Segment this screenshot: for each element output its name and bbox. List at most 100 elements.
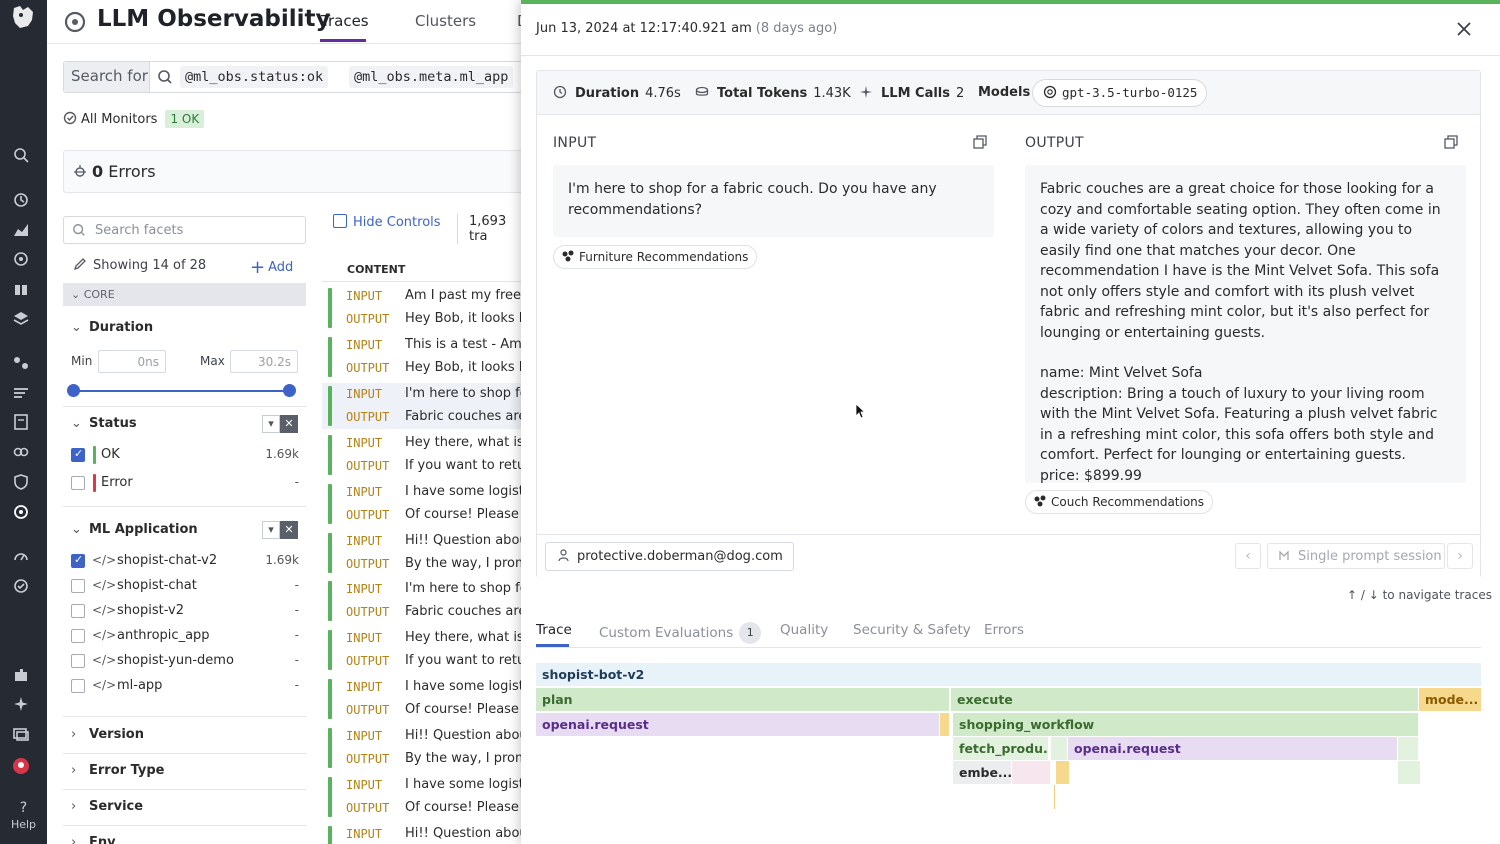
llm-observability-icon[interactable] xyxy=(12,503,30,521)
gauge-icon[interactable] xyxy=(12,547,30,565)
span-execute[interactable]: execute xyxy=(951,688,1418,711)
network-icon[interactable] xyxy=(12,354,30,372)
core-group-header[interactable]: ⌄ CORE xyxy=(63,283,306,306)
copy-icon[interactable] xyxy=(973,135,987,149)
status-option-error[interactable]: Error - xyxy=(71,474,299,494)
ci-icon[interactable] xyxy=(12,577,30,595)
trace-row[interactable]: INPUT I have some logistic OUTPUT Of course… xyxy=(322,774,527,820)
ml-app-option[interactable]: </> anthropic_app - xyxy=(71,627,299,647)
copy-icon[interactable] xyxy=(1444,135,1458,149)
chat-icon[interactable] xyxy=(12,725,30,743)
integrations-icon[interactable] xyxy=(12,666,30,684)
search-icon[interactable] xyxy=(12,146,30,164)
duration-max-input[interactable]: 30.2s xyxy=(230,350,298,373)
search-chip-ml-app[interactable]: @ml_obs.meta.ml_app xyxy=(349,66,514,88)
version-facet-header[interactable]: › Version xyxy=(71,727,144,742)
shield-icon[interactable] xyxy=(12,473,30,491)
checkbox[interactable] xyxy=(71,629,85,643)
ml-app-option[interactable]: </>shopist-chat-v2 1.69k xyxy=(71,552,299,572)
ml-app-option[interactable]: </> shopist-yun-demo - xyxy=(71,652,299,672)
checkbox[interactable] xyxy=(71,604,85,618)
clear-icon[interactable]: ✕ xyxy=(280,415,298,433)
ml-app-option[interactable]: </> shopist-chat - xyxy=(71,577,299,597)
hide-controls-button[interactable]: Hide Controls xyxy=(333,214,441,230)
trace-row[interactable]: INPUT I have some logistic OUTPUT Of course… xyxy=(322,676,527,722)
span-small[interactable] xyxy=(940,713,949,736)
search-chip-status[interactable]: @ml_obs.status:ok xyxy=(180,66,329,88)
datadog-logo-icon[interactable] xyxy=(8,2,38,32)
tab-trace[interactable]: Trace xyxy=(536,622,572,638)
checkbox[interactable] xyxy=(71,654,85,668)
tab-custom-evaluations[interactable]: Custom Evaluations 1 xyxy=(599,622,762,644)
user-avatar-icon[interactable] xyxy=(12,757,30,775)
close-icon[interactable] xyxy=(1454,19,1474,39)
ml-app-option[interactable]: </> ml-app - xyxy=(71,677,299,697)
logs-icon[interactable] xyxy=(12,384,30,402)
span-small[interactable] xyxy=(1012,761,1050,784)
input-tag-chip[interactable]: Furniture Recommendations xyxy=(553,245,758,269)
next-session-button[interactable]: › xyxy=(1447,543,1473,569)
trace-row[interactable]: INPUT This is a test - Am I OUTPUT Hey Bob,… xyxy=(322,334,527,380)
tab-quality[interactable]: Quality xyxy=(780,622,828,638)
binoculars-icon[interactable] xyxy=(12,280,30,298)
duration-facet-header[interactable]: ⌄ Duration xyxy=(71,320,153,335)
span-root[interactable]: shopist-bot-v2 xyxy=(536,663,1481,686)
trace-row[interactable]: INPUT Am I past my free r OUTPUT Hey Bob, i… xyxy=(322,285,527,331)
checkbox[interactable] xyxy=(71,476,85,490)
checkbox-checked[interactable] xyxy=(71,553,85,568)
content-column-header[interactable]: CONTENT xyxy=(322,258,527,282)
duration-min-input[interactable]: 0ns xyxy=(98,350,166,373)
status-facet-header[interactable]: ⌄ Status xyxy=(71,416,137,431)
output-tag-chip[interactable]: Couch Recommendations xyxy=(1025,490,1214,514)
span-small[interactable] xyxy=(1398,761,1420,784)
span-openai-request[interactable]: openai.request xyxy=(536,713,939,736)
trace-row[interactable]: INPUT Hi!! Question about OUTPUT By the way… xyxy=(322,725,527,771)
model-chip[interactable]: gpt-3.5-turbo-0125 xyxy=(1032,79,1208,107)
span-plan[interactable]: plan xyxy=(536,688,949,711)
trace-row[interactable]: INPUT Hey there, what is t OUTPUT If you wa… xyxy=(322,432,527,478)
tab-errors[interactable]: Errors xyxy=(984,622,1024,638)
monitors-icon[interactable] xyxy=(12,250,30,268)
checkbox[interactable] xyxy=(71,579,85,593)
service-facet-header[interactable]: › Service xyxy=(71,799,143,814)
trace-row[interactable]: INPUT Hey there, what is t OUTPUT If you wa… xyxy=(322,627,527,673)
search-bar[interactable]: Search for @ml_obs.status:ok @ml_obs.met… xyxy=(63,61,527,93)
env-facet-header[interactable]: › Env xyxy=(71,835,116,844)
ml-application-facet-header[interactable]: ⌄ ML Application xyxy=(71,522,198,537)
trace-row[interactable]: INPUT Hi!! Question about xyxy=(322,823,527,844)
ml-app-option[interactable]: </> shopist-v2 - xyxy=(71,602,299,622)
slider-min-handle[interactable] xyxy=(67,384,80,397)
trace-row[interactable]: INPUT I'm here to shop for OUTPUT Fabric co… xyxy=(322,382,527,429)
duration-range-slider[interactable] xyxy=(67,384,296,397)
help-button[interactable]: ? Help xyxy=(0,800,47,831)
clear-icon[interactable]: ✕ xyxy=(280,521,298,539)
trace-row[interactable]: INPUT I'm here to shop for OUTPUT Fabric co… xyxy=(322,578,527,624)
span-small[interactable] xyxy=(1051,737,1067,760)
error-type-facet-header[interactable]: › Error Type xyxy=(71,763,165,778)
span-fetch-products[interactable]: fetch_produ... xyxy=(953,737,1048,760)
showing-facets[interactable]: Showing 14 of 28 xyxy=(73,257,206,273)
monitors-summary[interactable]: All Monitors 1 OK xyxy=(63,110,205,128)
span-model[interactable]: mode... xyxy=(1419,688,1481,711)
span-embed[interactable]: embe... xyxy=(953,761,1011,784)
user-chip[interactable]: protective.doberman@dog.com xyxy=(545,542,794,571)
link-icon[interactable] xyxy=(12,443,30,461)
previous-session-button[interactable]: ‹ xyxy=(1235,543,1261,569)
span-shopping-workflow[interactable]: shopping_workflow xyxy=(953,713,1418,736)
tab-traces[interactable]: Traces xyxy=(321,12,369,30)
span-small[interactable] xyxy=(1398,737,1418,760)
span-openai-request[interactable]: openai.request xyxy=(1068,737,1397,760)
filter-icon[interactable]: ▾ xyxy=(262,521,280,539)
span-small[interactable] xyxy=(1056,761,1069,784)
filter-icon[interactable]: ▾ xyxy=(262,415,280,433)
tab-clusters[interactable]: Clusters xyxy=(415,12,476,30)
checkbox[interactable] xyxy=(71,679,85,693)
notebook-icon[interactable] xyxy=(12,413,30,431)
tab-security-safety[interactable]: Security & Safety xyxy=(853,622,971,638)
status-option-ok[interactable]: OK 1.69k xyxy=(71,446,299,466)
layers-icon[interactable] xyxy=(12,310,30,328)
facet-search-input[interactable]: Search facets xyxy=(63,216,306,244)
slider-max-handle[interactable] xyxy=(283,384,296,397)
add-facet-button[interactable]: + Add xyxy=(250,257,293,278)
dashboard-icon[interactable] xyxy=(12,221,30,239)
